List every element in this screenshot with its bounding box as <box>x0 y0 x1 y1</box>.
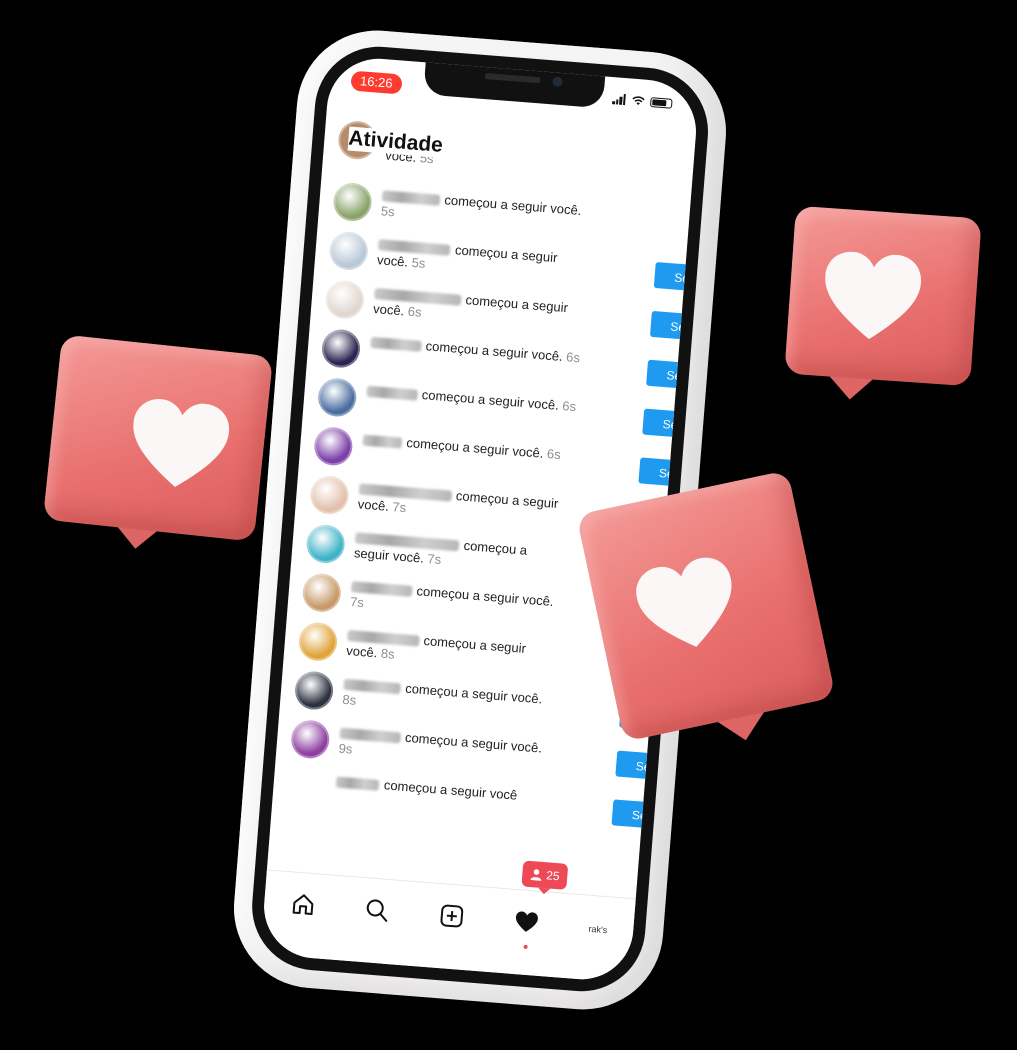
avatar[interactable] <box>297 621 339 663</box>
activity-text: começou a seguir você. <box>421 387 560 413</box>
tab-new-post[interactable] <box>438 902 470 934</box>
username[interactable]: j__________ine <box>358 483 452 502</box>
heart-bubble-left <box>42 334 274 549</box>
username[interactable]: j_____ <box>362 434 403 449</box>
avatar[interactable] <box>320 328 362 369</box>
follow-button[interactable]: Seguir <box>615 750 692 783</box>
username[interactable]: u_____ <box>335 776 380 791</box>
avatar[interactable] <box>309 474 350 516</box>
activity-text: começou a seguir você. <box>404 680 543 707</box>
follower-notification-badge[interactable]: 25 <box>521 860 569 890</box>
tab-home[interactable] <box>289 890 321 922</box>
tab-search[interactable] <box>363 896 395 928</box>
username[interactable]: ______23 <box>381 190 441 206</box>
activity-text: começou a seguir você. <box>404 729 543 756</box>
username[interactable]: __________ <box>377 239 451 256</box>
tab-activity[interactable] <box>512 908 544 950</box>
heart-bubble-center <box>576 470 836 742</box>
signal-icon <box>612 93 627 106</box>
username[interactable]: v_______ <box>343 678 402 695</box>
wifi-icon <box>632 96 645 105</box>
username[interactable]: _______ <box>366 385 418 401</box>
follow-button[interactable]: Seguir <box>653 261 700 294</box>
activity-text: começou a seguir você <box>383 777 518 803</box>
status-time: 16:26 <box>350 70 403 95</box>
follow-button[interactable]: Seguir <box>638 457 700 490</box>
username[interactable]: _______ <box>370 336 422 352</box>
avatar[interactable] <box>316 376 358 418</box>
activity-dot <box>523 944 528 950</box>
username[interactable]: ____________ <box>374 288 462 306</box>
heart-bubble-right <box>784 205 982 400</box>
speaker-grille <box>484 73 541 84</box>
avatar[interactable] <box>285 767 327 809</box>
activity-time: 6s <box>546 446 562 463</box>
tab-bar: 25 rak's <box>260 860 636 984</box>
avatar[interactable] <box>293 670 335 711</box>
person-icon <box>530 869 542 881</box>
tab-profile[interactable]: rak's <box>588 924 607 935</box>
activity-text: começou a seguir você. <box>443 192 582 218</box>
follow-button[interactable]: Seguir <box>642 408 700 441</box>
new-post-icon <box>440 904 464 928</box>
home-icon <box>292 894 314 915</box>
search-icon <box>366 899 388 922</box>
follow-button[interactable]: Seguir <box>646 359 700 392</box>
follow-button[interactable]: Seguir <box>649 310 700 343</box>
front-camera <box>552 76 564 88</box>
avatar[interactable] <box>301 572 343 614</box>
activity-text: começou a seguir você. <box>425 338 564 364</box>
status-icons <box>612 93 673 109</box>
stage: 16:26 Atividade você. 5s começou a segui… <box>0 0 1017 1050</box>
follow-button[interactable]: Seguir <box>611 799 688 832</box>
avatar[interactable] <box>305 523 347 565</box>
avatar[interactable] <box>328 230 370 272</box>
activity-time: 6s <box>561 398 577 415</box>
avatar[interactable] <box>289 718 331 760</box>
activity-time: 6s <box>565 349 581 366</box>
activity-feed[interactable]: você. 5s ______23 começou a seguir você.… <box>285 119 700 839</box>
activity-text: começou a seguir você. <box>416 583 555 609</box>
notification-count: 25 <box>545 868 561 884</box>
username[interactable]: i______17 <box>339 727 401 744</box>
avatar[interactable] <box>332 181 373 223</box>
avatar[interactable] <box>324 279 366 321</box>
battery-icon <box>649 96 673 109</box>
username[interactable]: j______71 <box>350 581 413 597</box>
avatar[interactable] <box>312 425 354 467</box>
activity-text: começou a seguir você. <box>405 435 544 461</box>
heart-icon <box>515 911 538 932</box>
username[interactable]: n________s <box>347 630 420 647</box>
